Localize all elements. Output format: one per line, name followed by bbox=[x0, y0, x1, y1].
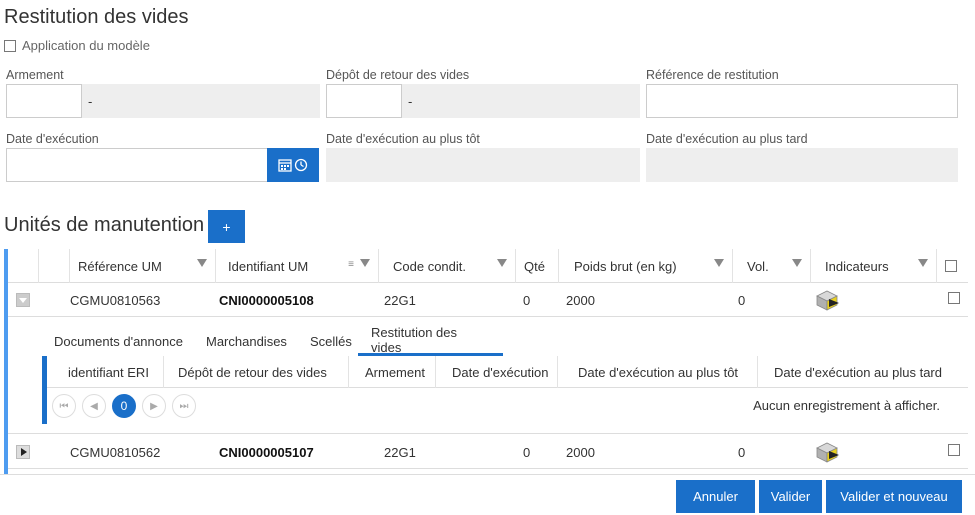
armement-input[interactable] bbox=[6, 84, 82, 118]
current-page[interactable]: 0 bbox=[112, 394, 136, 418]
sub-col-date-latest[interactable]: Date d'exécution au plus tard bbox=[757, 356, 963, 388]
sub-col-date[interactable]: Date d'exécution bbox=[435, 356, 557, 388]
cell-code: 22G1 bbox=[384, 292, 416, 308]
first-page-icon[interactable]: ⏮ bbox=[52, 394, 76, 418]
column-qte[interactable]: Qté bbox=[515, 249, 558, 283]
sub-col-date-earliest[interactable]: Date d'exécution au plus tôt bbox=[557, 356, 757, 388]
column-vol-label: Vol. bbox=[747, 258, 769, 274]
date-earliest-label: Date d'exécution au plus tôt bbox=[326, 132, 480, 146]
armement-suffix: - bbox=[88, 93, 93, 109]
cell-qte: 0 bbox=[523, 444, 531, 460]
cell-poids: 2000 bbox=[566, 292, 595, 308]
cell-qte: 0 bbox=[523, 292, 531, 308]
sub-col-armement[interactable]: Armement bbox=[348, 356, 435, 388]
column-identifiant-label: Identifiant UM bbox=[228, 258, 309, 274]
footer-divider bbox=[0, 474, 975, 475]
restitution-grid: identifiant ERI Dépôt de retour des vide… bbox=[42, 356, 968, 424]
column-code-label: Code condit. bbox=[393, 258, 466, 274]
sub-col-eri[interactable]: identifiant ERI bbox=[52, 356, 163, 388]
depot-label: Dépôt de retour des vides bbox=[326, 68, 470, 82]
filter-icon[interactable] bbox=[918, 259, 928, 267]
sort-icon[interactable]: ≡ bbox=[348, 260, 354, 270]
validate-new-button[interactable]: Valider et nouveau bbox=[826, 480, 962, 513]
cell-reference: CGMU0810562 bbox=[70, 444, 161, 460]
calendar-clock-button[interactable] bbox=[267, 148, 319, 182]
column-identifiant[interactable]: Identifiant UM ≡ bbox=[215, 249, 378, 283]
column-vol[interactable]: Vol. bbox=[732, 249, 810, 283]
depot-input[interactable] bbox=[326, 84, 402, 118]
filter-icon[interactable] bbox=[792, 259, 802, 267]
armement-label: Armement bbox=[6, 68, 64, 82]
select-all-checkbox[interactable] bbox=[945, 260, 957, 272]
sub-col-depot[interactable]: Dépôt de retour des vides bbox=[163, 356, 348, 388]
column-indicateurs[interactable]: Indicateurs bbox=[810, 249, 936, 283]
template-toggle[interactable]: Application du modèle bbox=[4, 38, 150, 53]
column-indicateurs-label: Indicateurs bbox=[825, 258, 889, 274]
column-reference-label: Référence UM bbox=[78, 258, 162, 274]
filter-icon[interactable] bbox=[497, 259, 507, 267]
reference-label: Référence de restitution bbox=[646, 68, 779, 82]
column-qte-label: Qté bbox=[524, 258, 545, 274]
depot-readonly: - bbox=[402, 84, 640, 118]
cancel-button[interactable]: Annuler bbox=[676, 480, 755, 513]
column-poids[interactable]: Poids brut (en kg) bbox=[558, 249, 732, 283]
row-checkbox[interactable] bbox=[948, 444, 960, 456]
filter-icon[interactable] bbox=[714, 259, 724, 267]
date-label: Date d'exécution bbox=[6, 132, 99, 146]
clock-icon bbox=[294, 158, 308, 172]
empty-message: Aucun enregistrement à afficher. bbox=[753, 398, 940, 413]
date-input[interactable] bbox=[6, 148, 268, 182]
cell-vol: 0 bbox=[738, 444, 746, 460]
cell-poids: 2000 bbox=[566, 444, 595, 460]
cell-identifiant: CNI0000005107 bbox=[219, 444, 314, 460]
filter-icon[interactable] bbox=[360, 259, 370, 267]
template-checkbox[interactable] bbox=[4, 39, 16, 52]
section-title: Unités de manutention bbox=[4, 214, 205, 236]
filter-icon[interactable] bbox=[197, 259, 207, 267]
last-page-icon[interactable]: ⏭ bbox=[172, 394, 196, 418]
validate-button[interactable]: Valider bbox=[759, 480, 822, 513]
pager: ⏮ ◀ 0 ▶ ⏭ bbox=[52, 394, 196, 418]
collapse-icon[interactable] bbox=[16, 293, 30, 307]
grid-header: Référence UM Identifiant UM ≡ Code condi… bbox=[8, 249, 968, 283]
prev-page-icon[interactable]: ◀ bbox=[82, 394, 106, 418]
tab-scelles[interactable]: Scellés bbox=[310, 326, 352, 356]
tab-documents[interactable]: Documents d'annonce bbox=[54, 326, 183, 356]
tab-marchandises[interactable]: Marchandises bbox=[206, 326, 287, 356]
next-page-icon[interactable]: ▶ bbox=[142, 394, 166, 418]
cell-vol: 0 bbox=[738, 292, 746, 308]
add-button[interactable]: + bbox=[208, 210, 245, 243]
expand-icon[interactable] bbox=[16, 445, 30, 459]
table-row[interactable]: CGMU0810563 CNI0000005108 22G1 0 2000 0 bbox=[8, 283, 968, 317]
cell-reference: CGMU0810563 bbox=[70, 292, 161, 308]
tab-restitution[interactable]: Restitution des vides bbox=[358, 325, 503, 356]
column-expander bbox=[38, 249, 69, 283]
column-poids-label: Poids brut (en kg) bbox=[574, 258, 677, 274]
date-latest-label: Date d'exécution au plus tard bbox=[646, 132, 808, 146]
armement-readonly: - bbox=[82, 84, 320, 118]
date-latest-field bbox=[646, 148, 958, 182]
cell-code: 22G1 bbox=[384, 444, 416, 460]
depot-suffix: - bbox=[408, 93, 413, 109]
row-detail: Documents d'annonce Marchandises Scellés… bbox=[8, 318, 968, 434]
reference-input[interactable] bbox=[646, 84, 958, 118]
calendar-icon bbox=[278, 159, 292, 172]
container-indicator-icon bbox=[816, 442, 839, 463]
date-earliest-field bbox=[326, 148, 640, 182]
column-reference[interactable]: Référence UM bbox=[69, 249, 215, 283]
table-row[interactable]: CGMU0810562 CNI0000005107 22G1 0 2000 0 bbox=[8, 435, 968, 469]
cell-identifiant: CNI0000005108 bbox=[219, 292, 314, 308]
template-label: Application du modèle bbox=[22, 38, 150, 53]
container-indicator-icon bbox=[816, 290, 839, 311]
column-select[interactable] bbox=[936, 249, 968, 283]
row-checkbox[interactable] bbox=[948, 292, 960, 304]
sub-grid-header: identifiant ERI Dépôt de retour des vide… bbox=[47, 356, 968, 388]
page-title: Restitution des vides bbox=[4, 6, 189, 28]
column-code[interactable]: Code condit. bbox=[378, 249, 515, 283]
